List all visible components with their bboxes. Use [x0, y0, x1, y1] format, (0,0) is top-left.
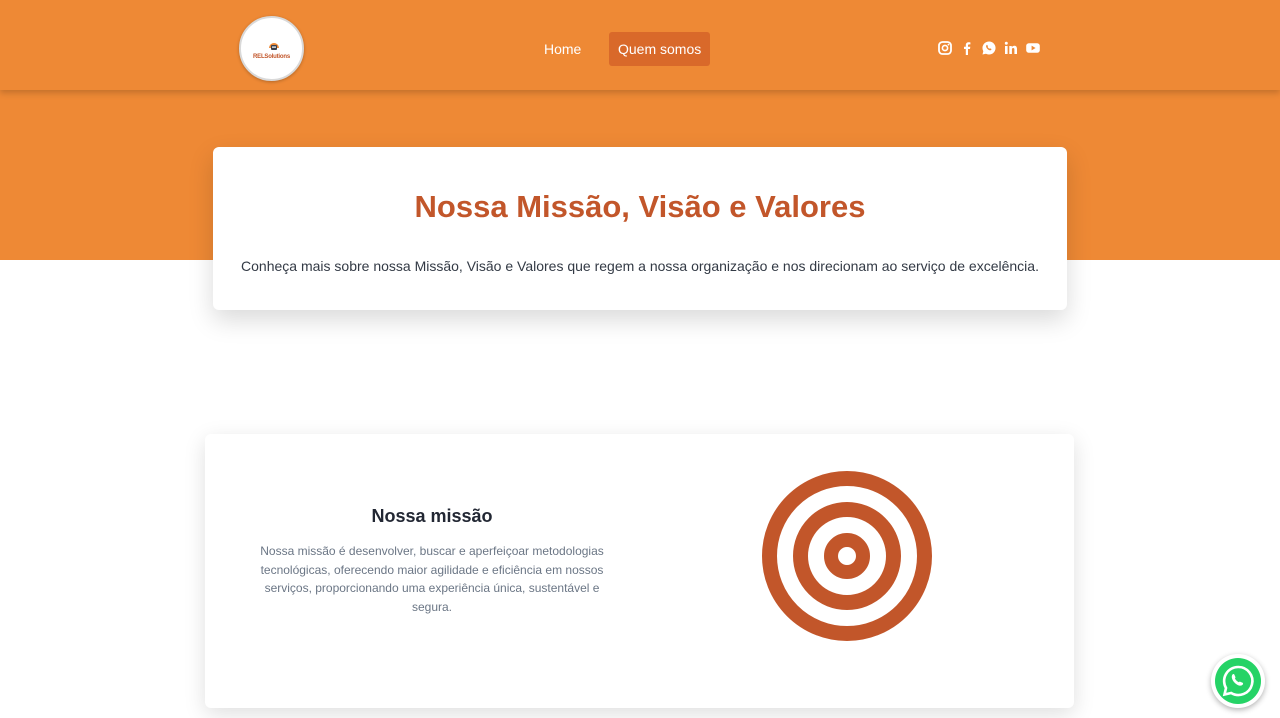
nav-home[interactable]: Home	[535, 32, 590, 66]
logo-icon	[269, 43, 279, 50]
linkedin-icon[interactable]	[1003, 40, 1019, 56]
logo[interactable]: RELSolutions	[239, 16, 304, 81]
page-title: Nossa Missão, Visão e Valores	[414, 189, 866, 224]
youtube-icon[interactable]	[1025, 40, 1041, 56]
mission-title: Nossa missão	[371, 506, 493, 526]
hero-card: Nossa Missão, Visão e Valores Conheça ma…	[213, 147, 1067, 310]
facebook-icon[interactable]	[959, 40, 975, 56]
nav-quem-somos[interactable]: Quem somos	[609, 32, 711, 66]
whatsapp-icon	[1215, 658, 1261, 704]
whatsapp-float-button[interactable]	[1211, 654, 1265, 708]
target-icon	[762, 471, 932, 641]
site-header: RELSolutions Home Quem somos	[0, 0, 1280, 90]
whatsapp-icon[interactable]	[981, 40, 997, 56]
mission-text: Nossa missão é desenvolver, buscar e ape…	[260, 544, 604, 614]
instagram-icon[interactable]	[937, 40, 953, 56]
logo-text: RELSolutions	[253, 54, 290, 60]
page-subtitle: Conheça mais sobre nossa Missão, Visão e…	[241, 258, 1039, 274]
mission-card: Nossa missão Nossa missão é desenvolver,…	[205, 434, 1074, 708]
